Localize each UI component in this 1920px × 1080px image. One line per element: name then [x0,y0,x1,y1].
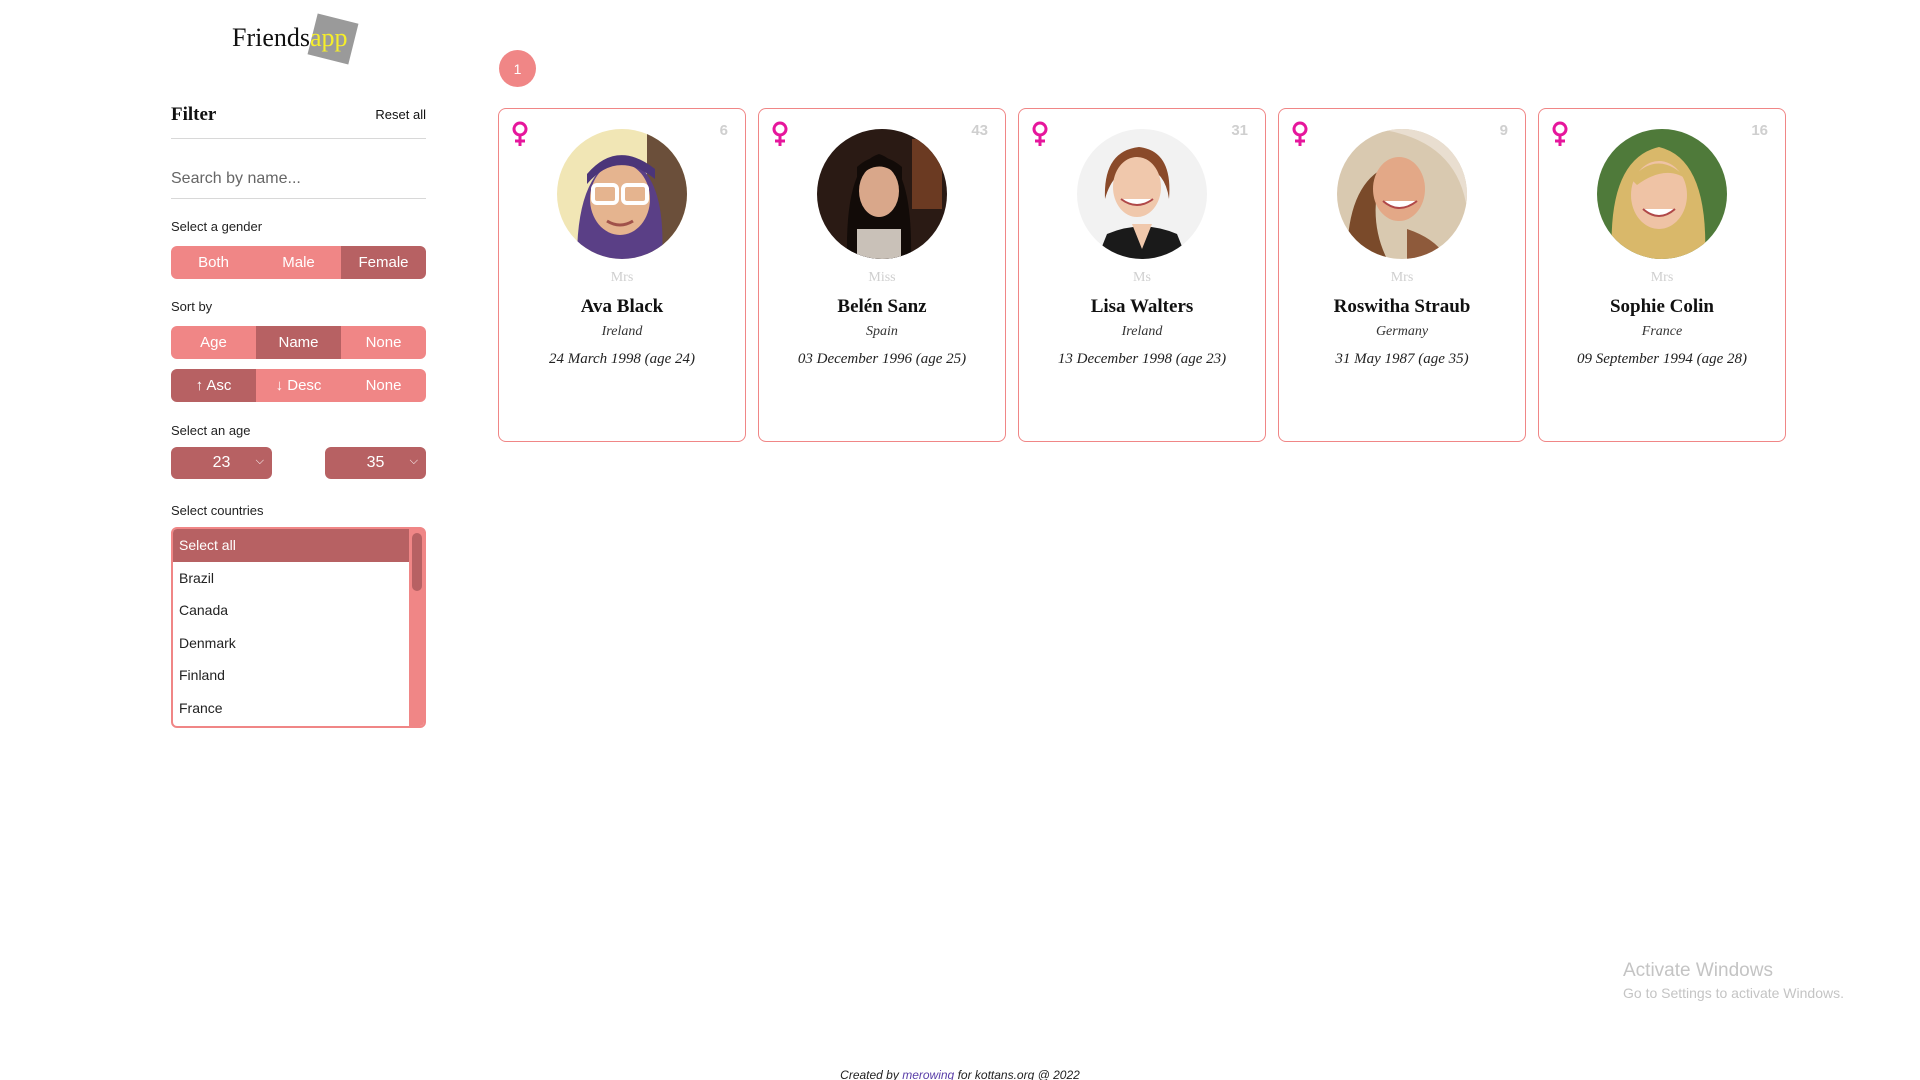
card-name: Belén Sanz [837,296,927,317]
footer-suffix: for kottans.org @ 2022 [954,1068,1080,1080]
friends-card-list: 6 Mrs Ava Black Ireland 24 March 1998 (a… [498,108,1786,442]
chevron-down-icon: ⌵ [409,455,418,467]
gender-female-button[interactable]: Female [341,246,426,279]
card-birthdate: 09 September 1994 (age 28) [1577,351,1747,367]
country-item-select-all[interactable]: Select all [173,529,424,562]
card-name: Lisa Walters [1090,296,1194,317]
card-number: 31 [1231,122,1248,139]
card-country: Ireland [1121,324,1163,339]
page-1-button[interactable]: 1 [499,50,536,87]
sort-asc-button[interactable]: ↑ Asc [171,369,256,402]
country-item-canada[interactable]: Canada [173,594,424,627]
card-title: Mrs [1390,270,1414,285]
sort-order-none-button[interactable]: None [341,369,426,402]
card-title: Ms [1133,270,1151,285]
country-item-finland[interactable]: Finland [173,659,424,692]
gender-male-button[interactable]: Male [256,246,341,279]
avatar [1077,129,1207,259]
footer-prefix: Created by [840,1068,903,1080]
gender-both-button[interactable]: Both [171,246,256,279]
friend-card: 31 Ms Lisa Walters Ireland 13 December 1… [1018,108,1266,442]
card-birthdate: 13 December 1998 (age 23) [1057,351,1227,367]
card-number: 6 [719,122,728,139]
search-input[interactable] [171,164,426,194]
age-max-select[interactable]: 35 ⌵ [325,447,426,479]
avatar [817,129,947,259]
sort-field-group: Age Name None [171,326,426,359]
card-name: Roswitha Straub [1333,296,1471,317]
female-icon [511,121,529,152]
female-icon [1551,121,1569,152]
reset-all-button[interactable]: Reset all [375,107,426,122]
watermark-subtitle: Go to Settings to activate Windows. [1623,985,1844,1001]
friend-card: 9 Mrs Roswitha Straub Germany 31 May 198… [1278,108,1526,442]
sort-desc-button[interactable]: ↓ Desc [256,369,341,402]
age-max-value: 35 [366,454,385,471]
sort-none-button[interactable]: None [341,326,426,359]
card-number: 16 [1751,122,1768,139]
country-item-brazil[interactable]: Brazil [173,562,424,595]
card-country: Spain [866,324,898,339]
gender-label: Select a gender [171,219,263,234]
country-item-france[interactable]: France [173,692,424,725]
filter-title: Filter [171,104,217,125]
filter-header: Filter Reset all [171,101,426,139]
card-birthdate: 31 May 1987 (age 35) [1335,351,1469,367]
avatar [1337,129,1467,259]
friend-card: 16 Mrs Sophie Colin France 09 September … [1538,108,1786,442]
app-logo: Friendsapp [232,13,382,74]
sort-order-group: ↑ Asc ↓ Desc None [171,369,426,402]
countries-label: Select countries [171,503,264,518]
card-country: France [1641,324,1683,339]
search-wrapper [171,164,426,199]
card-birthdate: 24 March 1998 (age 24) [548,351,696,367]
card-title: Mrs [1650,270,1674,285]
friend-card: 43 Miss Belén Sanz Spain 03 December 199… [758,108,1006,442]
sort-label: Sort by [171,299,213,314]
country-item-denmark[interactable]: Denmark [173,627,424,660]
countries-scrollbar[interactable] [409,529,424,726]
age-min-select[interactable]: 23 ⌵ [171,447,272,479]
card-title: Mrs [610,270,634,285]
card-country: Ireland [601,324,643,339]
age-label: Select an age [171,423,251,438]
sort-age-button[interactable]: Age [171,326,256,359]
countries-listbox[interactable]: Select all Brazil Canada Denmark Finland… [171,527,426,728]
card-number: 43 [971,122,988,139]
sort-name-button[interactable]: Name [256,326,341,359]
female-icon [1291,121,1309,152]
card-country: Germany [1375,324,1429,339]
card-name: Sophie Colin [1609,296,1714,317]
footer-author-link[interactable]: merowing [902,1068,954,1080]
windows-activation-watermark: Activate Windows Go to Settings to activ… [1623,960,1844,1001]
card-title: Miss [868,270,896,285]
card-name: Ava Black [580,296,664,317]
age-min-value: 23 [212,454,231,471]
friend-card: 6 Mrs Ava Black Ireland 24 March 1998 (a… [498,108,746,442]
card-birthdate: 03 December 1996 (age 25) [797,351,967,367]
female-icon [1031,121,1049,152]
gender-toggle-group: Both Male Female [171,246,426,279]
page-footer: Created by merowing for kottans.org @ 20… [0,1068,1920,1080]
watermark-title: Activate Windows [1623,960,1773,981]
logo-text: Friendsapp [232,23,348,52]
avatar [1597,129,1727,259]
avatar [557,129,687,259]
card-number: 9 [1499,122,1508,139]
scrollbar-thumb[interactable] [412,533,422,591]
chevron-down-icon: ⌵ [255,455,264,467]
female-icon [771,121,789,152]
